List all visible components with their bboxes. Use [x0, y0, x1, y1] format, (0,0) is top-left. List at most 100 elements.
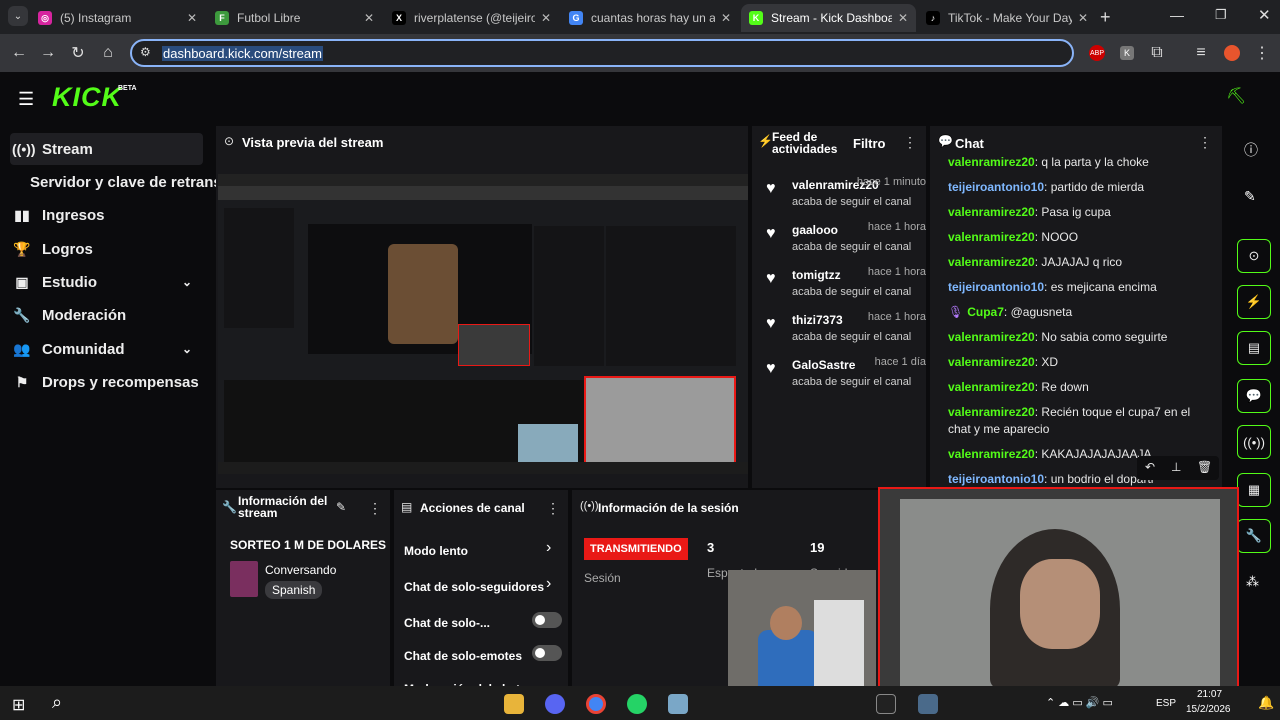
maximize-icon[interactable]: ❐: [1215, 7, 1227, 23]
chevron-right-icon[interactable]: ›: [546, 539, 551, 557]
tab-close-icon[interactable]: ✕: [541, 11, 551, 25]
browser-tab[interactable]: Gcuantas horas hay un año ✕: [561, 4, 739, 32]
chevron-down-icon[interactable]: ⌄: [182, 275, 192, 289]
rail-preview-button[interactable]: ⊙: [1237, 239, 1271, 273]
epic-games-icon[interactable]: [876, 694, 896, 714]
stream-preview-video[interactable]: [218, 174, 748, 474]
feed-menu-icon[interactable]: ⋮: [903, 134, 917, 151]
tab-close-icon[interactable]: ✕: [898, 11, 908, 25]
address-bar[interactable]: ⚙ dashboard.kick.com/stream: [130, 39, 1074, 67]
forward-icon[interactable]: →: [37, 42, 59, 64]
feed-filter-button[interactable]: Filtro: [853, 136, 886, 151]
chat-username[interactable]: valenramirez20: [948, 380, 1035, 394]
minimize-icon[interactable]: —: [1170, 7, 1184, 23]
chat-username[interactable]: valenramirez20: [948, 447, 1035, 461]
tab-search-button[interactable]: ⌄: [8, 6, 28, 26]
info-icon[interactable]: ⓘ: [1244, 140, 1258, 160]
channel-action-item[interactable]: Chat de solo-...: [404, 612, 564, 632]
feed-item[interactable]: ♥ thizi7373 hace 1 hora acaba de seguir el …: [752, 309, 930, 354]
chat-username[interactable]: valenramirez20: [948, 355, 1035, 369]
sidebar-item[interactable]: 🏆 Logros: [12, 233, 93, 265]
chat-message[interactable]: teijeiroantonio10: es mejicana encima: [948, 279, 1208, 296]
rail-broadcast-button[interactable]: ((•)): [1237, 425, 1271, 459]
channel-action-item[interactable]: Modo lento ›: [404, 539, 564, 560]
chat-message[interactable]: valenramirez20: Recién toque el cupa7 en…: [948, 404, 1208, 438]
chat-username[interactable]: teijeiroantonio10: [948, 180, 1044, 194]
reload-icon[interactable]: ↻: [67, 42, 89, 64]
chat-message[interactable]: teijeiroantonio10: partido de mierda: [948, 179, 1208, 196]
feed-item[interactable]: ♥ tomigtzz hace 1 hora acaba de seguir el c…: [752, 264, 930, 309]
browser-menu-icon[interactable]: ⋮: [1251, 42, 1273, 64]
reply-icon[interactable]: ↶: [1145, 460, 1155, 474]
browser-tab[interactable]: ◎ (5) Instagram ✕: [30, 4, 205, 32]
chevron-down-icon[interactable]: ⌄: [182, 342, 192, 356]
extensions-puzzle-icon[interactable]: ⧉: [1146, 42, 1168, 64]
tray-icons[interactable]: ⌃ ☁ ▭ 🔊 ▭: [1046, 696, 1113, 709]
feed-item[interactable]: ♥ gaalooo hace 1 hora acaba de seguir el ca…: [752, 219, 930, 264]
tab-close-icon[interactable]: ✕: [721, 11, 731, 25]
pin-icon[interactable]: ⊥: [1171, 460, 1181, 474]
chat-username[interactable]: valenramirez20: [948, 205, 1035, 219]
channel-action-item[interactable]: Chat de solo-emotes: [404, 645, 564, 665]
site-info-icon[interactable]: ⚙: [140, 45, 151, 59]
notifications-icon[interactable]: 🔔: [1258, 695, 1274, 711]
sidebar-item[interactable]: ▮▮ Ingresos: [12, 199, 104, 231]
sidebar-item[interactable]: ((•)) Stream: [12, 133, 93, 165]
rail-tools-button[interactable]: 🔧: [1237, 519, 1271, 553]
chrome-icon[interactable]: [586, 694, 606, 714]
chat-username[interactable]: valenramirez20: [948, 405, 1035, 419]
browser-tab[interactable]: K Stream - Kick Dashboard ✕: [741, 4, 916, 32]
channel-action-item[interactable]: Chat de solo-seguidores ›: [404, 575, 564, 596]
clock-date[interactable]: 15/2/2026: [1186, 704, 1231, 715]
rail-notes-button[interactable]: ▤: [1237, 331, 1271, 365]
tab-close-icon[interactable]: ✕: [364, 11, 374, 25]
browser-tab[interactable]: F Futbol Libre ✕: [207, 4, 382, 32]
chat-username[interactable]: valenramirez20: [948, 330, 1035, 344]
chat-message[interactable]: valenramirez20: q la parta y la choke: [948, 154, 1208, 171]
rail-more-icon[interactable]: ⁂: [1246, 574, 1259, 590]
clock-time[interactable]: 21:07: [1197, 689, 1222, 700]
extension-k-icon[interactable]: K: [1116, 42, 1138, 64]
chat-message[interactable]: valenramirez20: Re down: [948, 379, 1208, 396]
tab-close-icon[interactable]: ✕: [1078, 11, 1088, 25]
profile-avatar[interactable]: [1221, 42, 1243, 64]
whatsapp-icon[interactable]: [627, 694, 647, 714]
adblock-icon[interactable]: ABP: [1086, 42, 1108, 64]
browser-tab[interactable]: ♪ TikTok - Make Your Day ✕: [918, 4, 1096, 32]
chat-message[interactable]: valenramirez20: No sabia como seguirte: [948, 329, 1208, 346]
chat-username[interactable]: valenramirez20: [948, 230, 1035, 244]
back-icon[interactable]: ←: [8, 42, 30, 64]
chat-username[interactable]: valenramirez20: [948, 155, 1035, 169]
media-control-icon[interactable]: ≡: [1190, 42, 1212, 64]
rail-chat-button[interactable]: 💬: [1237, 379, 1271, 413]
edit-pencil-icon[interactable]: ✎: [1244, 188, 1256, 205]
stream-info-menu-icon[interactable]: ⋮: [368, 500, 382, 517]
edit-stream-info-icon[interactable]: ✎: [336, 500, 346, 514]
user-avatar[interactable]: ⛏: [1226, 86, 1248, 108]
channel-actions-menu-icon[interactable]: ⋮: [546, 500, 560, 517]
sidebar-item[interactable]: ⚑ Drops y recompensas: [12, 366, 199, 398]
chat-message[interactable]: valenramirez20: JAJAJAJ q rico: [948, 254, 1208, 271]
browser-tab[interactable]: Xriverplatense (@teijeiroant ✕: [384, 4, 559, 32]
kick-logo[interactable]: KICK: [52, 82, 122, 113]
new-tab-button[interactable]: +: [1100, 7, 1111, 28]
delete-icon[interactable]: 🗑: [1197, 460, 1212, 474]
chat-username[interactable]: Cupa7: [967, 305, 1004, 319]
chat-message[interactable]: valenramirez20: XD: [948, 354, 1208, 371]
language-indicator[interactable]: ESP: [1156, 698, 1176, 709]
close-window-icon[interactable]: ✕: [1258, 6, 1271, 24]
tab-close-icon[interactable]: ✕: [187, 11, 197, 25]
calculator-icon[interactable]: [918, 694, 938, 714]
chat-menu-icon[interactable]: ⋮: [1198, 134, 1212, 151]
feed-item[interactable]: ♥ valenramirez20 hace 1 minuto acaba de seg…: [752, 174, 930, 219]
discord-icon[interactable]: [545, 694, 565, 714]
feed-item[interactable]: ♥ GaloSastre hace 1 día acaba de seguir el …: [752, 354, 930, 399]
file-explorer-icon[interactable]: [504, 694, 524, 714]
chat-username[interactable]: valenramirez20: [948, 255, 1035, 269]
home-icon[interactable]: ⌂: [97, 42, 119, 64]
chat-message[interactable]: 🎙 Cupa7: @agusneta: [948, 304, 1208, 321]
chat-username[interactable]: teijeiroantonio10: [948, 472, 1044, 486]
search-icon[interactable]: ⌕: [52, 692, 62, 713]
sidebar-item[interactable]: Servidor y clave de retransm: [30, 166, 235, 198]
toggle-switch[interactable]: [532, 612, 562, 628]
